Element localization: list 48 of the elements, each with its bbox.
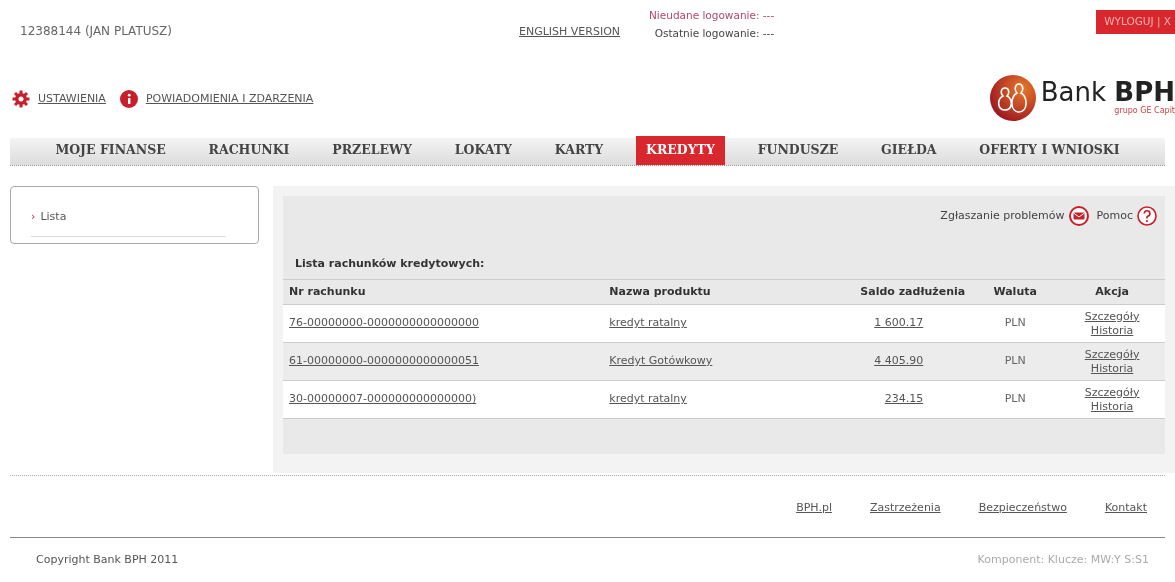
- last-login-text: Ostatnie logowanie: ---: [653, 26, 775, 41]
- action-link[interactable]: Historia: [1065, 399, 1159, 414]
- footer-link[interactable]: Bezpieczeństwo: [978, 500, 1067, 537]
- info-icon: [119, 90, 138, 108]
- failed-login-text: Nieudane logowanie: ---: [649, 8, 775, 23]
- user-label: 12388144 (JAN PLATUSZ): [20, 23, 173, 40]
- currency-text: PLN: [1004, 354, 1026, 368]
- logo-text: Bank BPH: [1040, 79, 1175, 105]
- sidebar-item[interactable]: › Lista: [31, 197, 226, 237]
- account-link[interactable]: 61-00000000-0000000000000051: [289, 354, 479, 368]
- currency-text: PLN: [1004, 316, 1026, 330]
- gear-icon: [12, 90, 30, 108]
- tool-link[interactable]: Pomoc: [1096, 206, 1157, 226]
- nav-tab[interactable]: RACHUNKI: [198, 136, 300, 165]
- balance-link[interactable]: 1 600.17: [874, 316, 924, 330]
- nav-tab[interactable]: PRZELEWY: [322, 136, 422, 165]
- nav-tab[interactable]: OFERTY I WNIOSKI: [969, 136, 1130, 165]
- logo-icon: [988, 74, 1037, 122]
- mail-icon: [1068, 206, 1089, 226]
- footer-link[interactable]: BPH.pl: [796, 500, 832, 537]
- currency-text: PLN: [1004, 392, 1026, 406]
- balance-link[interactable]: 4 405.90: [874, 354, 924, 368]
- tool-link[interactable]: Zgłaszanie problemów: [940, 206, 1089, 226]
- nav-tab[interactable]: LOKATY: [444, 136, 523, 165]
- language-link[interactable]: ENGLISH VERSION: [519, 25, 621, 38]
- table-title: Lista rachunków kredytowych:: [294, 256, 486, 272]
- footer-link[interactable]: Kontakt: [1104, 500, 1147, 537]
- nav-tab[interactable]: KREDYTY: [636, 136, 725, 165]
- product-link[interactable]: kredyt ratalny: [609, 392, 687, 406]
- action-link[interactable]: Szczegóły: [1065, 347, 1159, 362]
- help-icon: [1137, 206, 1157, 226]
- nav-tab[interactable]: MOJE FINANSE: [45, 136, 176, 165]
- copyright-text: Copyright Bank BPH 2011: [36, 552, 179, 568]
- balance-link[interactable]: 234.15: [884, 392, 924, 406]
- action-link[interactable]: Historia: [1065, 361, 1159, 376]
- nav-tab[interactable]: KARTY: [544, 136, 614, 165]
- top-link[interactable]: USTAWIENIA: [38, 90, 106, 108]
- component-info: Komponent: Klucze: MW:Y S:S1: [977, 552, 1149, 568]
- product-link[interactable]: Kredyt Gotówkowy: [609, 354, 713, 368]
- logo-tagline: grupo GE Capit: [1113, 105, 1175, 117]
- top-link[interactable]: POWIADOMIENIA I ZDARZENIA: [145, 90, 314, 108]
- nav-tab[interactable]: FUNDUSZE: [747, 136, 849, 165]
- product-link[interactable]: kredyt ratalny: [609, 316, 687, 330]
- footer-link[interactable]: Zastrzeżenia: [869, 500, 941, 537]
- action-link[interactable]: Szczegóły: [1065, 385, 1159, 400]
- action-link[interactable]: Szczegóły: [1065, 309, 1159, 324]
- nav-tab[interactable]: GIEŁDA: [871, 136, 947, 165]
- action-link[interactable]: Historia: [1065, 323, 1159, 338]
